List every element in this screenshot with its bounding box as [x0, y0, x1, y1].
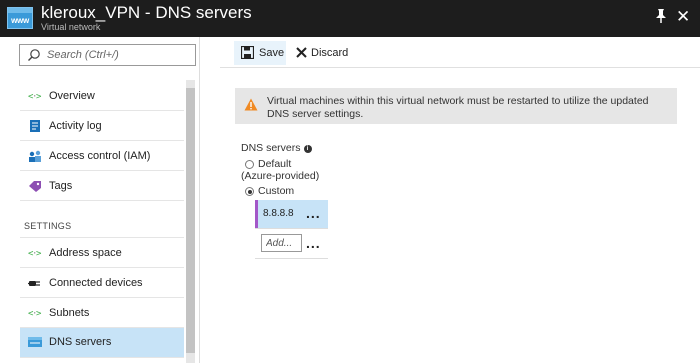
svg-text:>: >	[36, 92, 42, 102]
sidebar-item-tags[interactable]: Tags	[20, 172, 184, 201]
radio-default-label: Default	[258, 158, 292, 170]
network-arrows-icon: < · >	[28, 309, 42, 319]
entry-divider	[255, 228, 328, 229]
discard-x-icon	[296, 47, 307, 58]
network-arrows-icon: < · >	[28, 249, 42, 259]
users-icon	[29, 150, 41, 162]
page-title: kleroux_VPN - DNS servers	[41, 3, 252, 22]
save-icon	[241, 46, 254, 59]
dns-entry-more-button[interactable]: ...	[306, 206, 321, 220]
sidebar-item-overview[interactable]: < · > Overview	[20, 82, 184, 111]
sidebar-item-connected-devices[interactable]: Connected devices	[20, 269, 184, 298]
radio-button-custom[interactable]	[245, 187, 254, 196]
nav-scrollbar[interactable]	[186, 80, 195, 363]
blade-header: www kleroux_VPN - DNS servers Virtual ne…	[0, 0, 700, 37]
save-label: Save	[259, 47, 285, 59]
sidebar-item-address-space[interactable]: < · > Address space	[20, 239, 184, 268]
radio-button-default[interactable]	[245, 160, 254, 169]
add-divider	[255, 258, 328, 259]
sidebar-item-subnets[interactable]: < · > Subnets	[20, 299, 184, 328]
sidebar-item-label: Activity log	[49, 120, 102, 132]
activity-log-icon	[30, 120, 40, 132]
warning-text: Virtual machines within this virtual net…	[267, 95, 649, 120]
radio-custom-label: Custom	[258, 185, 295, 197]
save-button[interactable]: Save	[234, 41, 286, 65]
settings-section-label: SETTINGS	[24, 221, 72, 231]
tag-icon	[29, 181, 41, 192]
search-icon	[28, 49, 40, 61]
radio-default-sublabel: (Azure-provided)	[241, 170, 320, 182]
close-icon[interactable]: ✕	[676, 7, 690, 27]
svg-text:>: >	[36, 309, 42, 319]
add-input-more-button[interactable]: ...	[306, 236, 321, 250]
svg-text:>: >	[36, 249, 42, 259]
dns-server-icon	[28, 337, 42, 347]
dns-server-value: 8.8.8.8	[263, 208, 294, 219]
sidebar-item-label: Connected devices	[49, 277, 143, 289]
dns-servers-label: DNS servers i	[241, 142, 312, 154]
add-dns-server-input[interactable]	[261, 234, 302, 252]
page-subtitle: Virtual network	[41, 22, 101, 32]
sidebar-item-label: Subnets	[49, 307, 90, 319]
search-box[interactable]	[19, 44, 196, 66]
network-arrows-icon: < · >	[28, 92, 42, 102]
scrollbar-thumb[interactable]	[186, 88, 195, 353]
dns-servers-label-text: DNS servers	[241, 142, 301, 154]
section-divider	[20, 237, 184, 238]
search-input[interactable]	[47, 47, 187, 63]
warning-banner: Virtual machines within this virtual net…	[235, 88, 677, 124]
plug-icon	[28, 281, 40, 286]
sidebar-item-label: Overview	[49, 90, 95, 102]
toolbar-divider	[220, 67, 700, 68]
sidebar-item-label: DNS servers	[49, 336, 112, 348]
sidebar-item-label: Address space	[49, 247, 122, 259]
discard-label: Discard	[311, 47, 349, 59]
sidebar-item-access-control[interactable]: Access control (IAM)	[20, 142, 184, 171]
sidebar-item-dns-servers[interactable]: DNS servers	[20, 328, 184, 358]
command-toolbar: Save Discard	[232, 37, 700, 67]
virtual-network-icon: www	[7, 7, 33, 29]
sidebar-item-label: Access control (IAM)	[49, 150, 151, 162]
sidebar-item-label: Tags	[49, 180, 73, 192]
pin-icon[interactable]	[654, 8, 668, 24]
discard-button[interactable]: Discard	[292, 41, 352, 65]
warning-icon	[244, 98, 258, 111]
info-icon[interactable]: i	[303, 145, 312, 153]
sidebar-item-activity-log[interactable]: Activity log	[20, 112, 184, 141]
